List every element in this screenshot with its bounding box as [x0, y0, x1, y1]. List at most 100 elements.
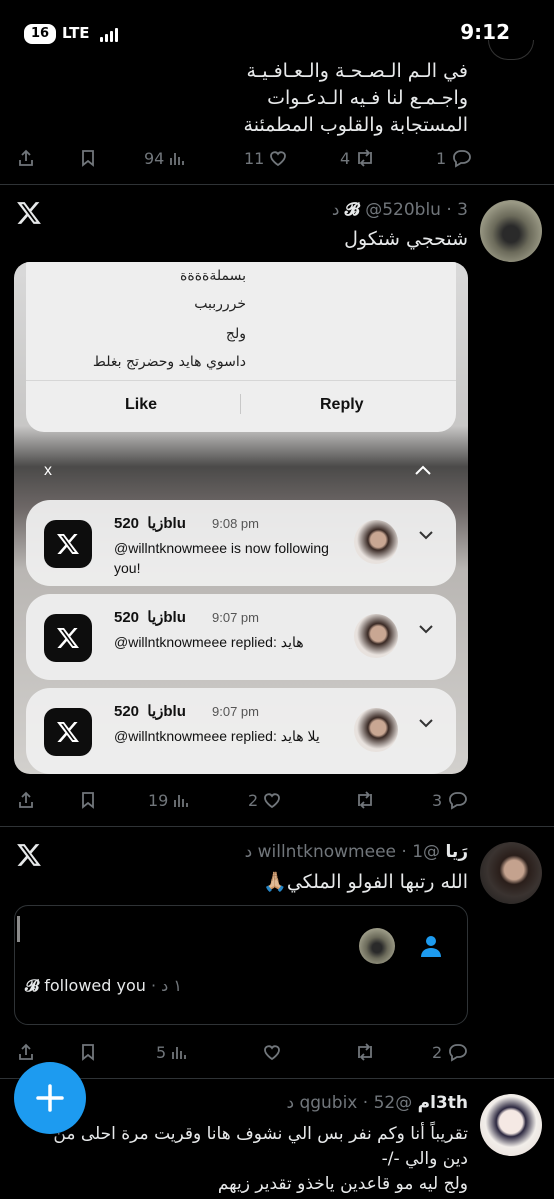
avatar — [354, 520, 398, 564]
tweet-text: الله رتبها الفولو الملكي🙏🏼 — [263, 871, 468, 893]
reply-count: 2 — [432, 1042, 443, 1062]
message-line: داسوي هايد وحضرتج بغلط — [92, 354, 246, 370]
like-count: 11 — [244, 148, 265, 168]
reply-button[interactable]: 3 — [432, 785, 468, 815]
notification-time: 9:07 pm — [212, 610, 259, 625]
notification-card: زيا 520blu 9:08 pm @willntknowmeee is no… — [26, 500, 456, 586]
like-button: Like — [125, 396, 158, 413]
tweet-text: تقريباً أنا وكم نفر بس الي نشوف هانا وقر… — [53, 1124, 468, 1194]
reply-count: 1 — [436, 148, 447, 168]
chevron-down-icon — [419, 625, 433, 634]
share-icon — [19, 1043, 33, 1060]
retweet-icon — [358, 791, 372, 809]
tweet-author[interactable]: l3thم — [418, 1093, 468, 1113]
reply-icon — [453, 150, 472, 168]
views-count: 19 — [148, 790, 169, 810]
avatar[interactable] — [480, 200, 542, 262]
divider — [0, 826, 554, 827]
bookmark-icon — [82, 1044, 94, 1061]
message-line: بسملةةةةة — [180, 268, 246, 284]
retweet-icon — [358, 149, 373, 167]
notification-body: @willntknowmeee replied: هايد — [114, 634, 304, 650]
chevron-down-icon — [419, 531, 433, 540]
views-icon — [172, 1047, 187, 1059]
message-line: خرررببب — [194, 296, 246, 312]
notification-body: @willntknowmeee replied: يلا هايد — [114, 728, 320, 744]
tweet-handle[interactable]: @qgubix — [299, 1093, 412, 1113]
like-count: 2 — [248, 790, 259, 810]
name-badge: 𝓑 — [25, 976, 40, 995]
like-button[interactable] — [262, 1037, 282, 1067]
tweet-header: 𝓑 @520blu · 3 د — [331, 200, 468, 220]
chevron-up-icon — [415, 465, 431, 475]
notification-name: زيا — [147, 515, 164, 532]
share-button[interactable] — [16, 785, 36, 815]
battery-indicator: 16 — [24, 24, 56, 44]
reply-button[interactable]: 2 — [432, 1037, 468, 1067]
reply-button[interactable]: 1 — [436, 143, 472, 173]
share-icon — [19, 149, 33, 166]
views-button[interactable]: 19 — [148, 785, 190, 815]
views-icon — [170, 153, 185, 165]
views-button[interactable]: 94 — [144, 143, 186, 173]
reply-icon — [449, 792, 468, 810]
tweet-handle[interactable]: @520blu — [365, 200, 441, 220]
x-logo-icon — [17, 202, 41, 224]
tweet-text: في الـم الـصـحـة والـعـافـيـة واجـمـع لن… — [243, 60, 468, 136]
bookmark-icon — [82, 792, 94, 809]
views-button[interactable]: 5 — [156, 1037, 188, 1067]
reply-button: Reply — [320, 396, 364, 413]
retweet-button[interactable]: 4 — [340, 143, 376, 173]
person-icon — [421, 936, 441, 957]
notification-time: 9:07 pm — [212, 704, 259, 719]
views-count: 5 — [156, 1042, 167, 1062]
name-badge: 𝓑 — [344, 200, 360, 220]
notification-name: زيا — [147, 703, 164, 720]
notification-card: زيا 520blu 9:07 pm @willntknowmeee repli… — [26, 594, 456, 680]
heart-icon — [270, 151, 287, 167]
attached-image[interactable]: بسملةةةةة خرررببب ولج داسوي هايد وحضرتج … — [14, 262, 468, 774]
bookmark-button[interactable] — [78, 143, 98, 173]
chevron-down-icon — [419, 719, 433, 728]
reply-count: 3 — [432, 790, 443, 810]
avatar — [359, 928, 395, 964]
heart-icon — [264, 793, 281, 809]
retweet-button[interactable] — [354, 785, 376, 815]
compose-button[interactable] — [14, 1062, 86, 1134]
views-count: 94 — [144, 148, 165, 168]
notification-time: 9:08 pm — [212, 516, 259, 531]
followed-text: followed you — [44, 976, 146, 995]
notice-time: ١ د — [161, 976, 182, 995]
like-button[interactable]: 2 — [248, 785, 282, 815]
retweet-icon — [358, 1043, 372, 1061]
reply-icon — [449, 1044, 468, 1062]
tweet-actions: 19 2 3 — [0, 785, 554, 815]
avatar — [354, 708, 398, 752]
tweet-actions: 94 11 4 1 — [0, 143, 554, 173]
notification-body: @willntknowmeee is now following you! — [114, 540, 329, 576]
share-button[interactable] — [16, 143, 36, 173]
tweet-header: l3thم @qgubix · 52 د — [286, 1093, 468, 1113]
followed-notice: 𝓑 followed you · ١ د — [25, 976, 182, 995]
avatar[interactable] — [480, 1094, 542, 1156]
avatar[interactable] — [480, 842, 542, 904]
notification-card: زيا 520blu 9:07 pm @willntknowmeee repli… — [26, 688, 456, 774]
tweet-author[interactable]: رَيا — [445, 842, 468, 862]
heart-icon — [264, 1045, 280, 1061]
retweet-count: 4 — [340, 148, 351, 168]
notification-name: زيا — [147, 609, 164, 626]
share-icon — [19, 791, 33, 808]
views-icon — [174, 795, 189, 807]
tweet-header: رَيا @willntknowmeee · 1 د — [244, 842, 468, 862]
plus-icon — [36, 1084, 64, 1112]
x-logo-icon — [44, 708, 92, 756]
signal-icon — [100, 27, 120, 42]
bookmark-button[interactable] — [78, 785, 98, 815]
retweet-button[interactable] — [354, 1037, 376, 1067]
network-label: LTE — [62, 24, 90, 42]
avatar — [354, 614, 398, 658]
like-button[interactable]: 11 — [244, 143, 288, 173]
attached-image[interactable]: 𝓑 followed you · ١ د — [14, 905, 468, 1025]
message-box: بسملةةةةة خرررببب ولج داسوي هايد وحضرتج … — [26, 262, 456, 432]
message-line: ولج — [225, 326, 246, 342]
